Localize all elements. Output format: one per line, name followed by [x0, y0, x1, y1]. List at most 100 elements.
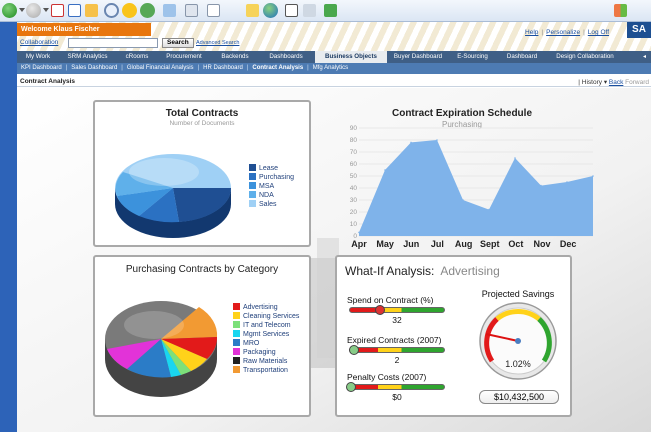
subnav-mfg-analytics[interactable]: Mfg Analytics: [313, 65, 348, 71]
globe-icon[interactable]: [263, 3, 278, 18]
search-button[interactable]: Search: [162, 38, 194, 48]
log-off-link[interactable]: Log Off: [588, 29, 609, 36]
messenger-icon[interactable]: [324, 4, 337, 17]
nav-tab-srm-analytics[interactable]: SRM Analytics: [60, 51, 115, 63]
nav-tab-buyer-dashboard[interactable]: Buyer Dashboard: [391, 51, 445, 63]
slider-track[interactable]: [349, 347, 445, 353]
legend-item: Advertising: [233, 303, 299, 312]
edit-icon[interactable]: [207, 4, 220, 17]
nav-scroll-left-icon[interactable]: ◂: [640, 51, 649, 63]
search-input[interactable]: [68, 38, 158, 48]
history-dropdown-icon[interactable]: ▾: [602, 79, 609, 86]
legend-swatch: [249, 164, 256, 171]
history-link[interactable]: History: [582, 79, 602, 86]
x-tick-label: Jun: [403, 239, 419, 249]
mail-icon[interactable]: [163, 4, 176, 17]
area-point[interactable]: [540, 184, 542, 187]
area-point[interactable]: [566, 181, 568, 183]
slider-knob[interactable]: [345, 382, 356, 392]
total-contracts-title: Total Contracts: [165, 108, 239, 119]
legend-swatch: [233, 366, 240, 373]
legend-label: IT and Telecom: [243, 322, 291, 329]
back-icon[interactable]: [2, 3, 17, 18]
document-icon[interactable]: [285, 4, 298, 17]
subnav-contract-analysis[interactable]: Contract Analysis: [252, 65, 303, 71]
page-links: | History ▾ Back Forward: [578, 79, 649, 86]
slider-knob[interactable]: [348, 345, 359, 355]
subnav-hr-dashboard[interactable]: HR Dashboard: [203, 65, 243, 71]
browser-toolbar: [0, 0, 651, 22]
collaboration-link[interactable]: Collaboration: [20, 39, 58, 46]
sap-logo: SA: [627, 22, 651, 38]
y-tick-label: 50: [350, 173, 358, 180]
nav-tab-dashboards[interactable]: Dashboards: [261, 51, 311, 63]
advanced-search-link[interactable]: Advanced Search: [196, 40, 239, 46]
legend-swatch: [249, 173, 256, 180]
sub-navigation: KPI Dashboard | Sales Dashboard | Global Fin…: [17, 63, 651, 74]
area-point[interactable]: [384, 169, 386, 171]
tools-icon[interactable]: [303, 4, 316, 17]
total-contracts-pie[interactable]: [109, 132, 239, 242]
category-pie[interactable]: [99, 287, 229, 417]
area-point[interactable]: [592, 175, 594, 177]
portal-top-links: Help | Personalize | Log Off: [525, 29, 609, 36]
history-icon[interactable]: [140, 3, 155, 18]
area-point[interactable]: [410, 141, 412, 144]
print-icon[interactable]: [185, 4, 198, 17]
x-tick-label: Nov: [534, 239, 551, 249]
forward-dropdown-icon[interactable]: [43, 8, 49, 12]
forward-icon[interactable]: [26, 3, 41, 18]
total-contracts-panel: Total Contracts Number of Documents Leas…: [93, 100, 311, 247]
slider-value: $0: [392, 392, 402, 402]
area-point[interactable]: [462, 199, 464, 201]
folder-icon[interactable]: [246, 4, 259, 17]
nav-tab-procurement[interactable]: Procurement: [159, 51, 209, 63]
subnav-kpi-dashboard[interactable]: KPI Dashboard: [21, 65, 62, 71]
back-link[interactable]: Back: [609, 79, 623, 86]
stop-icon[interactable]: [51, 4, 64, 17]
legend-label: NDA: [259, 192, 274, 199]
legend-swatch: [233, 339, 240, 346]
y-tick-label: 10: [350, 221, 358, 228]
area-point[interactable]: [436, 139, 438, 141]
subnav-separator: |: [197, 65, 200, 71]
nav-tab-my-work[interactable]: My Work: [20, 51, 56, 63]
subnav-global-financial-analysis[interactable]: Global Financial Analysis: [127, 65, 194, 71]
legend-item: Lease: [249, 164, 294, 173]
legend-item: IT and Telecom: [233, 321, 299, 330]
area-point[interactable]: [358, 231, 360, 234]
area-point[interactable]: [514, 157, 516, 159]
legend-item: Cleaning Services: [233, 312, 299, 321]
expiration-area-plot[interactable]: 0102030405060708090Apr May Jun Jul Aug Sept Oc…: [327, 102, 597, 252]
subnav-sales-dashboard[interactable]: Sales Dashboard: [71, 65, 117, 71]
forward-link[interactable]: Forward: [625, 79, 649, 86]
legend-swatch: [249, 182, 256, 189]
nav-tab-design-collaboration[interactable]: Design Collaboration: [548, 51, 622, 63]
back-dropdown-icon[interactable]: [19, 8, 25, 12]
legend-swatch: [233, 330, 240, 337]
legend-swatch: [233, 348, 240, 355]
area-point[interactable]: [488, 208, 490, 211]
slider-track[interactable]: [349, 307, 445, 313]
search-icon[interactable]: [104, 3, 119, 18]
legend-label: Transportation: [243, 367, 288, 374]
legend-label: Purchasing: [259, 174, 295, 181]
nav-tab-backends[interactable]: Backends: [213, 51, 257, 63]
nav-tab-dashboard[interactable]: Dashboard: [500, 51, 544, 63]
legend-swatch: [233, 357, 240, 364]
gauge-percent: 1.02%: [505, 359, 531, 369]
refresh-icon[interactable]: [68, 4, 81, 17]
legend-label: Sales: [259, 201, 277, 208]
home-icon[interactable]: [85, 4, 98, 17]
nav-tab-crooms[interactable]: cRooms: [119, 51, 155, 63]
nav-tab-business-objects[interactable]: Business Objects: [315, 51, 387, 63]
page-title-bar: [17, 77, 651, 87]
help-link[interactable]: Help: [525, 29, 538, 36]
slider-knob[interactable]: [374, 305, 385, 315]
personalize-link[interactable]: Personalize: [546, 29, 580, 36]
subnav-separator: |: [307, 65, 309, 71]
subnav-separator: |: [121, 65, 123, 71]
favorites-icon[interactable]: [122, 3, 137, 18]
nav-tab-e-sourcing[interactable]: E-Sourcing: [449, 51, 496, 63]
slider-track[interactable]: [349, 384, 445, 390]
